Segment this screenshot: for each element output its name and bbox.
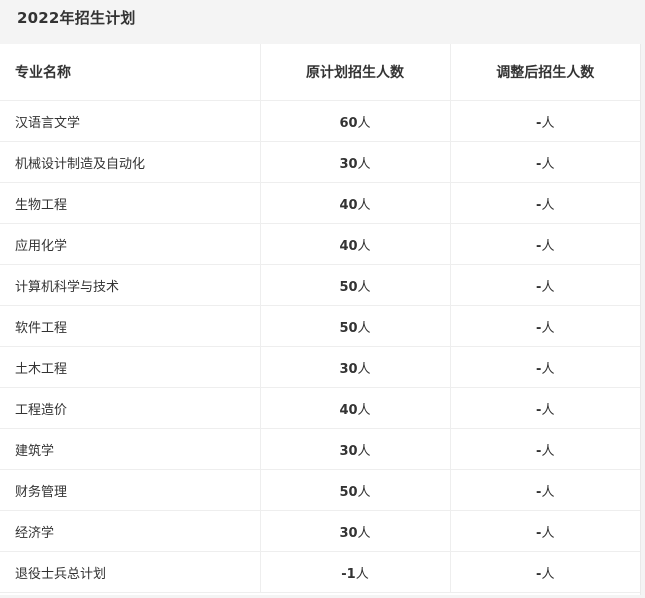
adjusted-unit: 人 [541,402,555,418]
major-cell: 建筑学 [0,428,261,470]
table-row: 经济学 30人 -人 [0,510,640,552]
table-row: 财务管理 50人 -人 [0,469,640,511]
planned-cell: 60人 [260,100,451,142]
adjusted-cell: -人 [450,182,640,224]
planned-cell: 50人 [260,305,451,347]
planned-cell: 30人 [260,141,451,183]
planned-unit: 人 [355,566,369,582]
adjusted-unit: 人 [541,279,555,295]
table-row: 土木工程 30人 -人 [0,346,640,388]
adjusted-unit: 人 [541,566,555,582]
adjusted-cell: -人 [450,305,640,347]
header-adjusted: 调整后招生人数 [450,44,640,101]
adjusted-cell: -人 [450,428,640,470]
adjusted-unit: 人 [541,197,555,213]
major-cell: 机械设计制造及自动化 [0,141,261,183]
planned-number: 40 [339,402,358,418]
planned-cell: -1人 [260,551,451,593]
major-cell: 汉语言文学 [0,100,261,142]
planned-unit: 人 [357,402,371,418]
adjusted-unit: 人 [541,156,555,172]
table-row: 应用化学 40人 -人 [0,223,640,265]
planned-unit: 人 [357,484,371,500]
planned-number: 30 [339,361,358,377]
adjusted-cell: -人 [450,264,640,306]
major-cell: 工程造价 [0,387,261,429]
enrollment-table-container: 专业名称 原计划招生人数 调整后招生人数 汉语言文学 60人 -人 机械设计制造… [0,44,641,595]
major-cell: 经济学 [0,510,261,552]
planned-number: 30 [339,525,358,541]
table-row: 软件工程 50人 -人 [0,305,640,347]
adjusted-unit: 人 [541,361,555,377]
table-row: 机械设计制造及自动化 30人 -人 [0,141,640,183]
planned-cell: 40人 [260,223,451,265]
planned-unit: 人 [357,279,371,295]
planned-unit: 人 [357,238,371,254]
adjusted-unit: 人 [541,238,555,254]
adjusted-cell: -人 [450,469,640,511]
planned-number: 60 [339,115,358,131]
planned-number: 40 [339,238,358,254]
adjusted-unit: 人 [541,525,555,541]
planned-unit: 人 [357,197,371,213]
planned-cell: 30人 [260,428,451,470]
major-cell: 生物工程 [0,182,261,224]
planned-unit: 人 [357,361,371,377]
planned-number: -1 [341,566,356,582]
planned-cell: 40人 [260,387,451,429]
planned-number: 30 [339,443,358,459]
major-cell: 财务管理 [0,469,261,511]
planned-cell: 40人 [260,182,451,224]
planned-number: 40 [339,197,358,213]
planned-cell: 50人 [260,469,451,511]
adjusted-unit: 人 [541,443,555,459]
adjusted-unit: 人 [541,484,555,500]
planned-cell: 30人 [260,510,451,552]
adjusted-cell: -人 [450,346,640,388]
planned-number: 50 [339,484,358,500]
adjusted-cell: -人 [450,141,640,183]
adjusted-cell: -人 [450,100,640,142]
planned-cell: 50人 [260,264,451,306]
table-row: 工程造价 40人 -人 [0,387,640,429]
header-major: 专业名称 [0,44,261,101]
adjusted-unit: 人 [541,115,555,131]
planned-number: 30 [339,156,358,172]
table-row: 退役士兵总计划 -1人 -人 [0,551,640,593]
planned-unit: 人 [357,156,371,172]
major-cell: 土木工程 [0,346,261,388]
table-row: 生物工程 40人 -人 [0,182,640,224]
panel-title: 2022年招生计划 [17,9,136,27]
planned-number: 50 [339,320,358,336]
table-row: 汉语言文学 60人 -人 [0,100,640,142]
enrollment-table: 专业名称 原计划招生人数 调整后招生人数 汉语言文学 60人 -人 机械设计制造… [0,44,640,593]
enrollment-plan-panel: 2022年招生计划 专业名称 原计划招生人数 调整后招生人数 汉语言文学 60人… [0,0,645,598]
major-cell: 计算机科学与技术 [0,264,261,306]
planned-unit: 人 [357,115,371,131]
table-row: 建筑学 30人 -人 [0,428,640,470]
adjusted-cell: -人 [450,551,640,593]
adjusted-cell: -人 [450,510,640,552]
major-cell: 应用化学 [0,223,261,265]
planned-unit: 人 [357,320,371,336]
header-planned: 原计划招生人数 [260,44,451,101]
planned-cell: 30人 [260,346,451,388]
major-cell: 软件工程 [0,305,261,347]
planned-number: 50 [339,279,358,295]
major-cell: 退役士兵总计划 [0,551,261,593]
table-header-row: 专业名称 原计划招生人数 调整后招生人数 [0,44,640,101]
table-row: 计算机科学与技术 50人 -人 [0,264,640,306]
adjusted-cell: -人 [450,223,640,265]
adjusted-cell: -人 [450,387,640,429]
adjusted-unit: 人 [541,320,555,336]
planned-unit: 人 [357,443,371,459]
planned-unit: 人 [357,525,371,541]
